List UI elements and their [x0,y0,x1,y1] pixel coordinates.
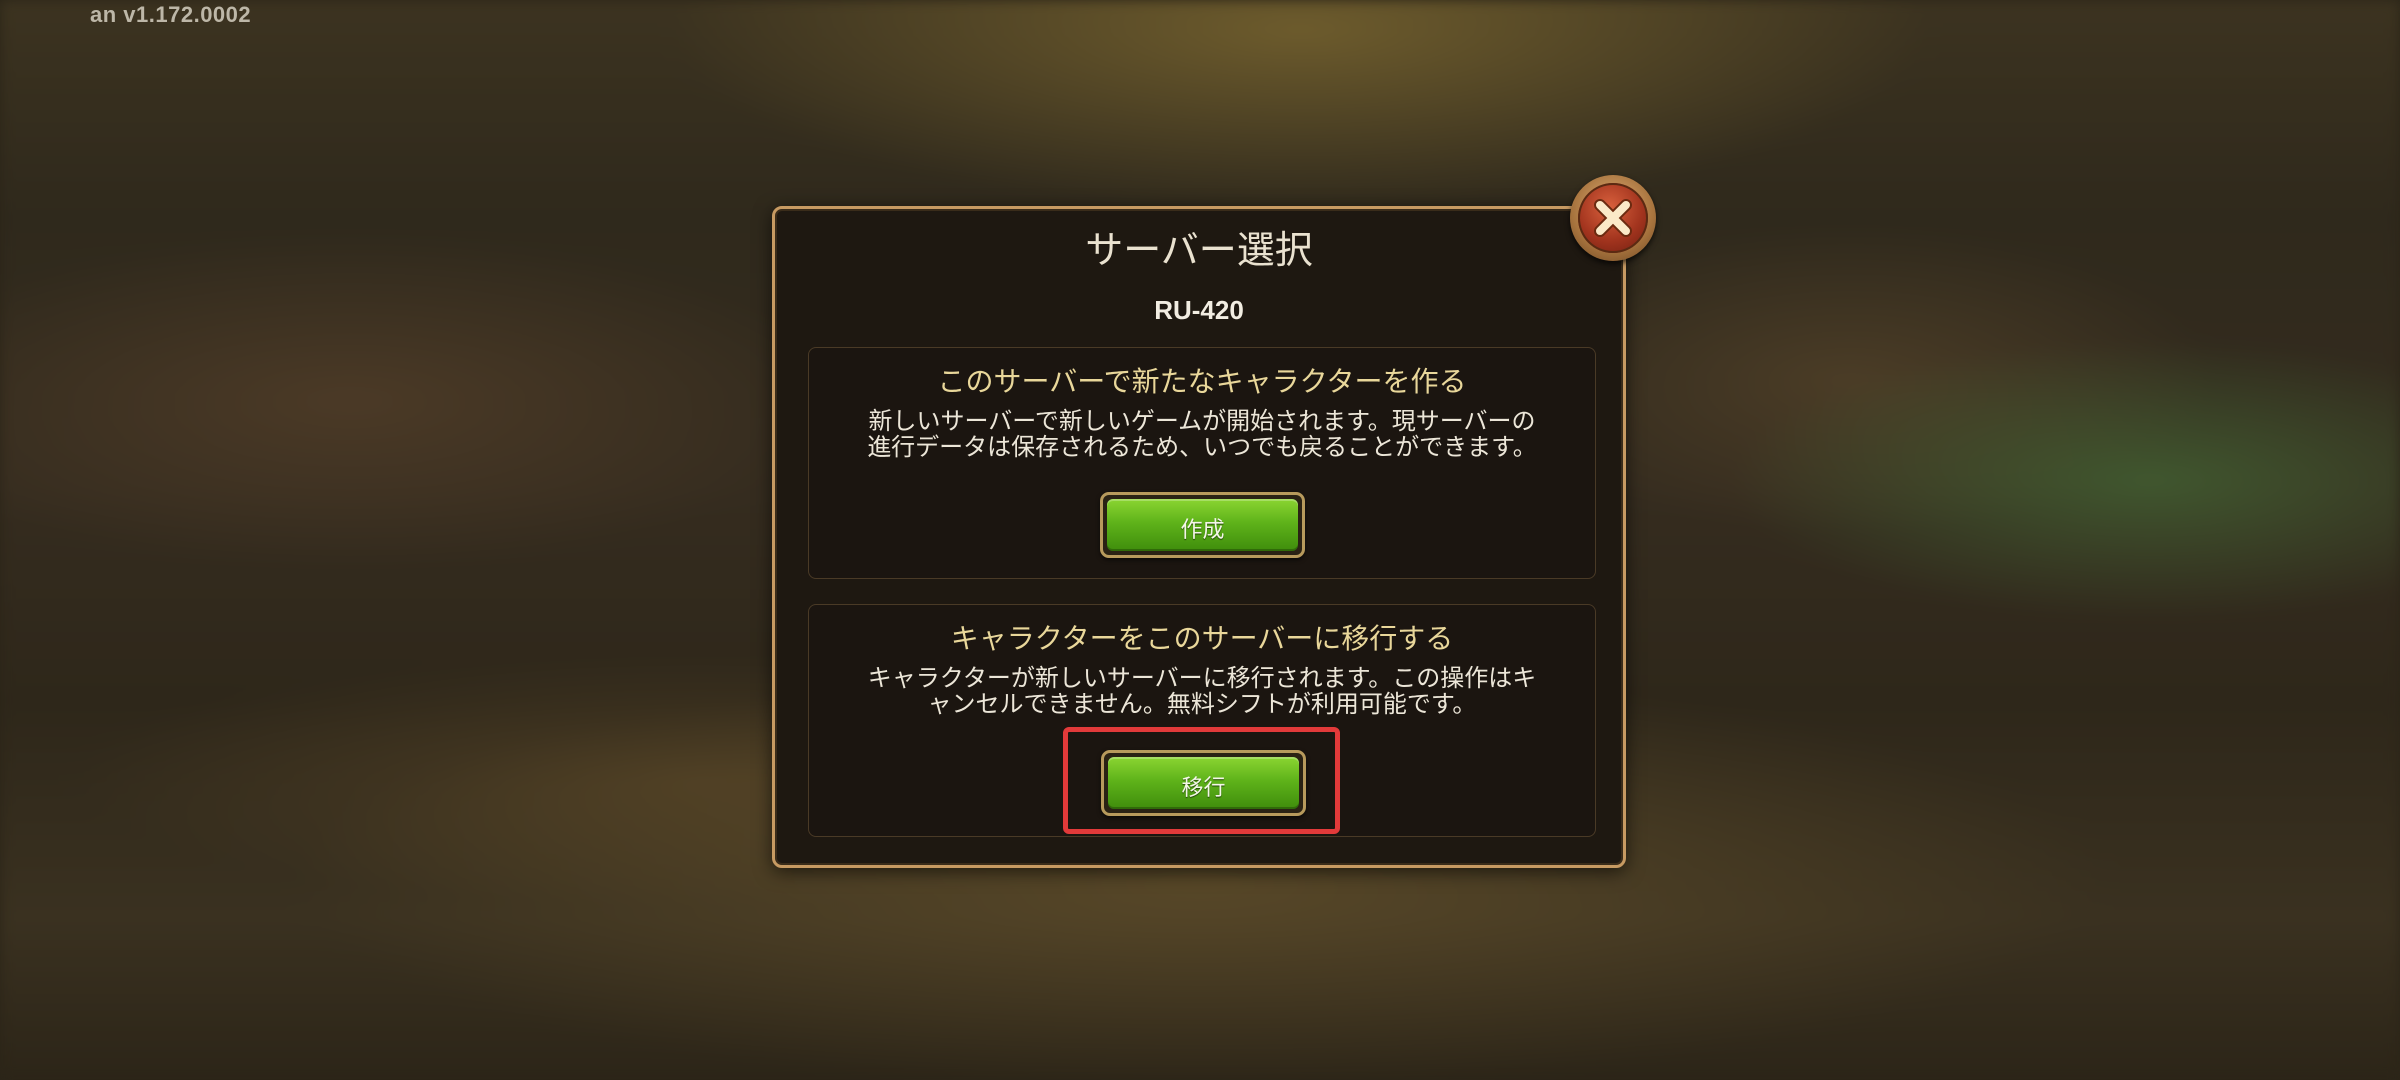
close-button[interactable] [1570,175,1656,261]
transfer-button-highlight [1063,727,1340,834]
create-character-panel: このサーバーで新たなキャラクターを作る 新しいサーバーで新しいゲームが開始されま… [808,347,1596,579]
create-panel-title: このサーバーで新たなキャラクターを作る [937,365,1467,398]
version-label: an v1.172.0002 [90,2,252,27]
create-button-label: 作成 [1180,518,1225,543]
create-desc-line-2: 進行データは保存されるため、いつでも戻ることができます。 [867,433,1537,461]
server-name: RU-420 [1154,295,1244,325]
create-desc-line-1: 新しいサーバーで新しいゲームが開始されます。現サーバーの [868,407,1536,435]
transfer-panel-title: キャラクターをこのサーバーに移行する [950,622,1454,655]
transfer-panel-description: キャラクターが新しいサーバーに移行されます。この操作はキ ャンセルできません。無… [819,665,1585,717]
transfer-desc-line-2: ャンセルできません。無料シフトが利用可能です。 [927,690,1477,718]
create-panel-description: 新しいサーバーで新しいゲームが開始されます。現サーバーの 進行データは保存される… [819,408,1585,460]
dialog-title: サーバー選択 [1085,228,1313,272]
create-button[interactable]: 作成 [1100,492,1305,558]
transfer-desc-line-1: キャラクターが新しいサーバーに移行されます。この操作はキ [867,664,1537,692]
close-icon [1594,199,1632,237]
